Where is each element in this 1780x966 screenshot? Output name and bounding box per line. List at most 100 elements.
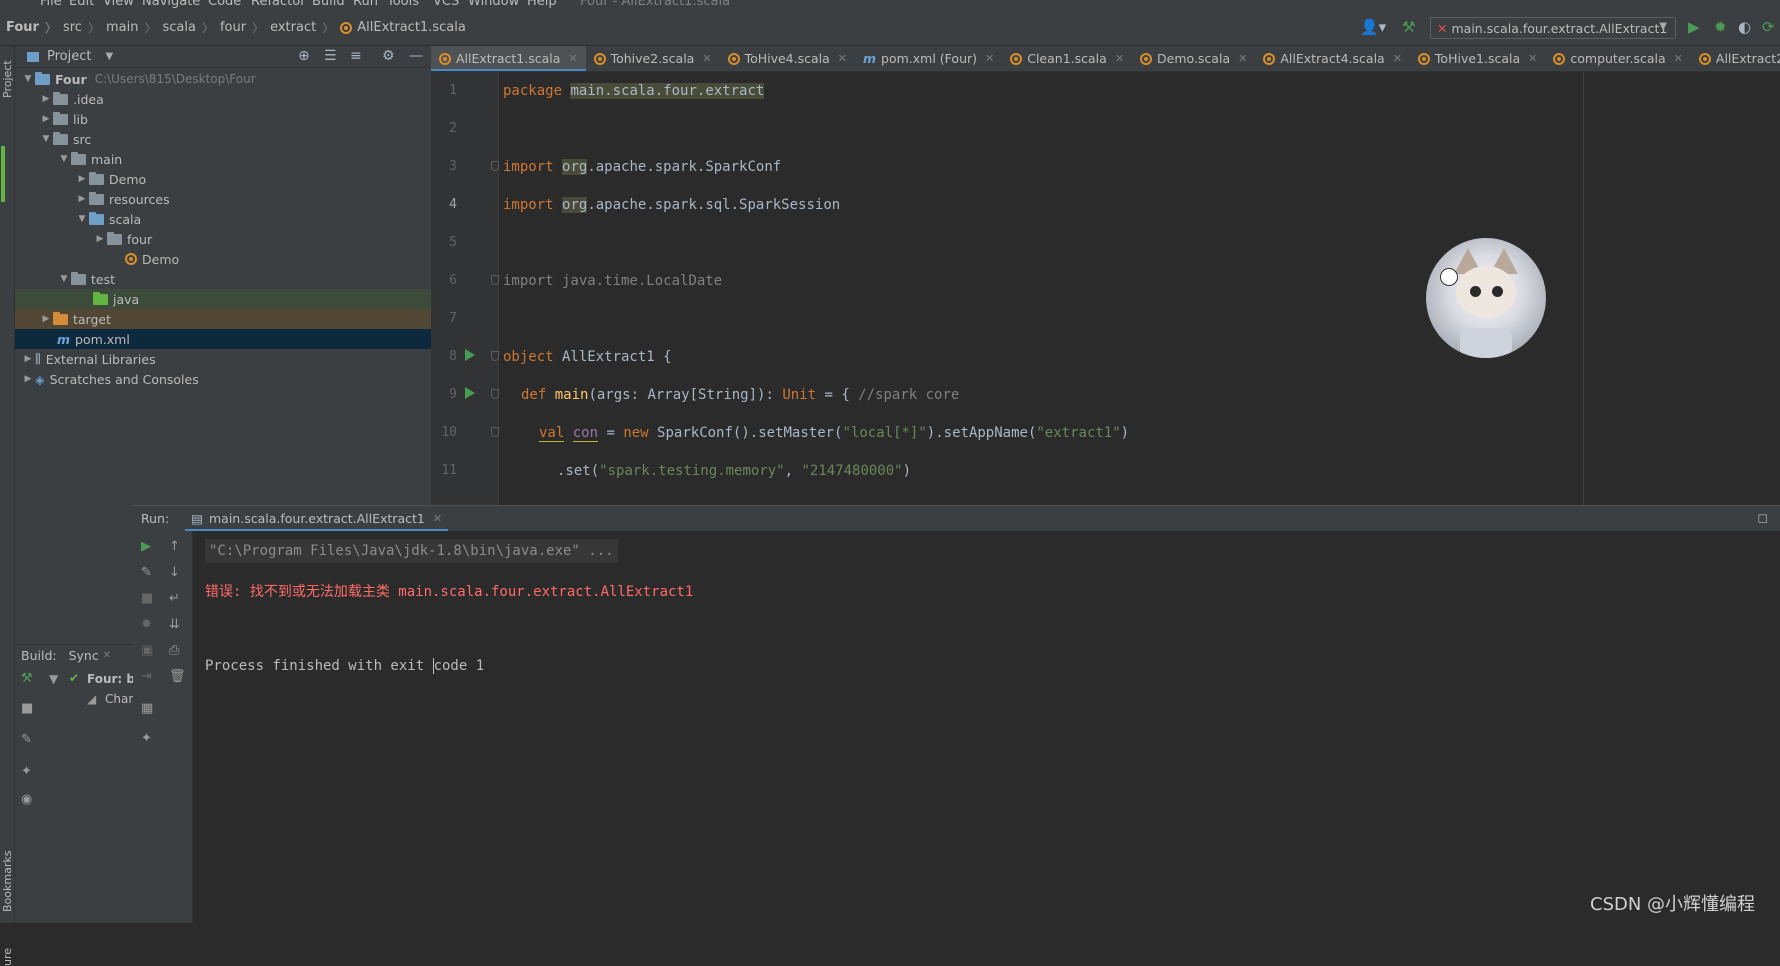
structure-tool-label[interactable]: ure <box>1 948 14 966</box>
tree-node-four[interactable]: ▶ four <box>15 229 431 249</box>
scroll-to-end-icon[interactable]: ⇊ <box>169 617 180 632</box>
close-icon[interactable]: ✕ <box>568 52 577 65</box>
close-icon[interactable]: ✕ <box>1674 52 1683 65</box>
tree-node-idea[interactable]: ▶ .idea <box>15 89 431 109</box>
close-icon[interactable]: ✕ <box>1238 52 1247 65</box>
debug-icon[interactable]: ✹ <box>1714 18 1727 36</box>
pin-icon[interactable]: ✦ <box>21 764 32 779</box>
breadcrumb-main[interactable]: main 〉 <box>106 19 157 36</box>
menu-help[interactable]: Help <box>527 0 557 9</box>
run-console[interactable]: "C:\Program Files\Java\jdk-1.8\bin\java.… <box>193 531 1780 923</box>
close-icon[interactable]: ✕ <box>1393 52 1402 65</box>
stop-icon[interactable]: ■ <box>21 701 33 716</box>
rerun-icon[interactable]: ▶ <box>141 539 151 554</box>
print-icon[interactable]: ⎙ <box>169 643 179 658</box>
tree-node-lib[interactable]: ▶ lib <box>15 109 431 129</box>
menu-edit[interactable]: Edit <box>69 0 94 9</box>
breadcrumb-extract[interactable]: extract 〉 <box>270 19 334 36</box>
close-icon[interactable]: ✕ <box>702 52 711 65</box>
fold-icon[interactable] <box>491 161 499 171</box>
close-icon[interactable]: ✕ <box>103 650 111 661</box>
collapse-all-icon[interactable]: ≡ <box>350 48 362 64</box>
tab-tohive4[interactable]: ToHive4.scala ✕ <box>720 46 855 71</box>
menu-window[interactable]: Window <box>468 0 519 9</box>
tree-node-scala[interactable]: ▼ scala <box>15 209 431 229</box>
wrench-icon[interactable]: ✎ <box>141 565 152 580</box>
bookmarks-tool-label[interactable]: Bookmarks <box>1 851 14 912</box>
tab-clean1[interactable]: Clean1.scala ✕ <box>1002 46 1132 71</box>
fold-icon[interactable] <box>491 427 499 437</box>
project-panel-title[interactable]: Project <box>47 49 91 64</box>
soft-wrap-icon[interactable]: ↵ <box>169 591 180 606</box>
run-configuration-select[interactable]: ✕ main.scala.four.extract.AllExtract1 ▼ <box>1430 17 1676 39</box>
project-tool-label[interactable]: Project <box>1 60 14 98</box>
tab-sync[interactable]: Sync <box>69 648 99 663</box>
close-icon[interactable]: ✕ <box>433 512 442 525</box>
menu-vcs[interactable]: VCS <box>433 0 459 9</box>
arrow-down-icon[interactable]: ↓ <box>169 565 180 580</box>
breadcrumb-scala[interactable]: scala 〉 <box>162 19 213 36</box>
tab-allextract2[interactable]: AllExtract2.scala✕ <box>1691 46 1780 71</box>
tree-node-external-libraries[interactable]: ▶ ⫼ External Libraries <box>15 349 431 369</box>
trash-icon[interactable]: 🗑 <box>169 669 186 684</box>
tab-pom[interactable]: m pom.xml (Four) ✕ <box>855 46 1002 71</box>
build-result-subitem[interactable]: Char <box>105 692 133 706</box>
user-icon[interactable]: 👤▾ <box>1360 18 1386 36</box>
tree-node-demo-folder[interactable]: ▶ Demo <box>15 169 431 189</box>
menu-build[interactable]: Build <box>312 0 345 9</box>
exit-icon[interactable]: ⇥ <box>141 669 152 684</box>
eye-icon[interactable]: ◉ <box>21 792 32 807</box>
fold-icon[interactable] <box>491 351 499 361</box>
pin-icon[interactable]: ✦ <box>141 731 152 746</box>
run-gutter-icon[interactable] <box>465 387 475 399</box>
tree-node-scratches[interactable]: ▶ ◈ Scratches and Consoles <box>15 369 431 389</box>
breadcrumb-project[interactable]: Four 〉 <box>6 19 57 36</box>
build-hammer-icon[interactable]: ⚒ <box>1402 18 1415 36</box>
wrench-icon[interactable]: ✎ <box>21 732 32 747</box>
arrow-up-icon[interactable]: ↑ <box>169 539 180 554</box>
tab-tohive2[interactable]: Tohive2.scala ✕ <box>586 46 720 71</box>
camera-icon[interactable]: ▣ <box>141 643 153 658</box>
menu-run[interactable]: Run <box>353 0 378 9</box>
tab-tohive1[interactable]: ToHive1.scala ✕ <box>1410 46 1545 71</box>
menu-code[interactable]: Code <box>208 0 241 9</box>
tab-demo[interactable]: Demo.scala ✕ <box>1132 46 1255 71</box>
close-icon[interactable]: ✕ <box>1528 52 1537 65</box>
menu-navigate[interactable]: Navigate <box>142 0 200 9</box>
tab-allextract1[interactable]: AllExtract1.scala ✕ <box>431 46 586 71</box>
tab-computer[interactable]: computer.scala ✕ <box>1545 46 1691 71</box>
code-editor[interactable]: package main.scala.four.extract import o… <box>499 72 1780 505</box>
chevron-down-icon[interactable]: ▼ <box>49 672 58 686</box>
tree-node-main[interactable]: ▼ main <box>15 149 431 169</box>
chevron-down-icon[interactable]: ▼ <box>105 51 113 62</box>
hide-icon[interactable]: — <box>409 48 423 64</box>
breadcrumb-file[interactable]: AllExtract1.scala <box>340 20 466 35</box>
debug-icon[interactable]: ✹ <box>141 617 152 632</box>
fold-icon[interactable] <box>491 389 499 399</box>
run-icon[interactable]: ▶ <box>1688 18 1700 36</box>
tree-node-src[interactable]: ▼ src <box>15 129 431 149</box>
stop-icon[interactable]: ■ <box>141 591 153 606</box>
tree-node-demo-object[interactable]: Demo <box>15 249 431 269</box>
gear-icon[interactable]: ⚙ <box>382 48 395 64</box>
tree-node-pom[interactable]: m pom.xml <box>15 329 431 349</box>
restore-icon[interactable]: ◻ <box>1757 511 1768 526</box>
breadcrumb-four[interactable]: four 〉 <box>220 19 264 36</box>
coverage-icon[interactable]: ◐ <box>1738 18 1751 36</box>
tree-node-resources[interactable]: ▶ resources <box>15 189 431 209</box>
build-hammer-icon[interactable]: ⚒ <box>21 671 33 686</box>
layout-icon[interactable]: ▦ <box>141 701 153 716</box>
fold-icon[interactable] <box>491 275 499 285</box>
run-gutter-icon[interactable] <box>465 349 475 361</box>
locate-icon[interactable]: ⊕ <box>298 48 310 64</box>
menu-file[interactable]: File <box>40 0 62 9</box>
expand-all-icon[interactable]: ☰ <box>324 48 337 64</box>
menu-refactor[interactable]: Refactor <box>251 0 306 9</box>
tree-node-test[interactable]: ▼ test <box>15 269 431 289</box>
tree-node-root[interactable]: ▼ Four C:\Users\815\Desktop\Four <box>15 69 431 89</box>
menu-view[interactable]: View <box>103 0 134 9</box>
close-icon[interactable]: ✕ <box>838 52 847 65</box>
close-icon[interactable]: ✕ <box>985 52 994 65</box>
menu-tools[interactable]: Tools <box>387 0 419 9</box>
profile-icon[interactable]: ⟳ <box>1762 18 1775 36</box>
